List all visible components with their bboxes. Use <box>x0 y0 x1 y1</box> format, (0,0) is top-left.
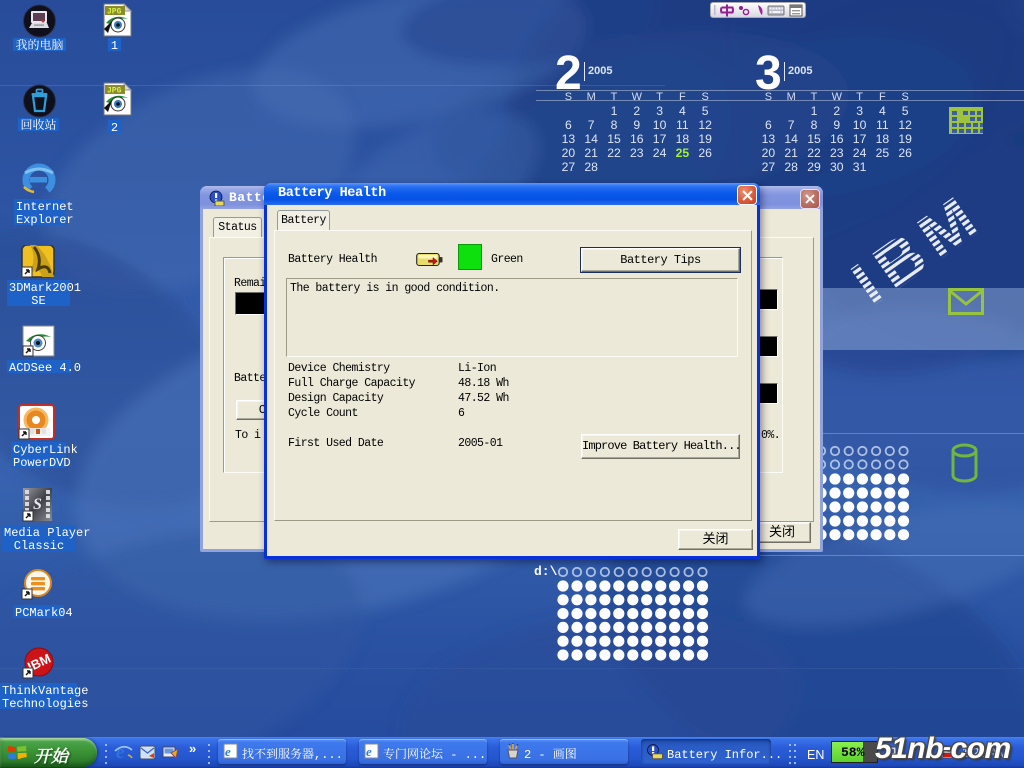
svg-text:S: S <box>33 496 42 513</box>
svg-text:IBM: IBM <box>840 185 997 318</box>
svg-text:JPG: JPG <box>107 87 122 96</box>
svg-text:e: e <box>225 744 231 759</box>
svg-text:e: e <box>366 744 372 759</box>
svg-text:e: e <box>116 742 125 762</box>
svg-text:JPG: JPG <box>107 8 122 17</box>
